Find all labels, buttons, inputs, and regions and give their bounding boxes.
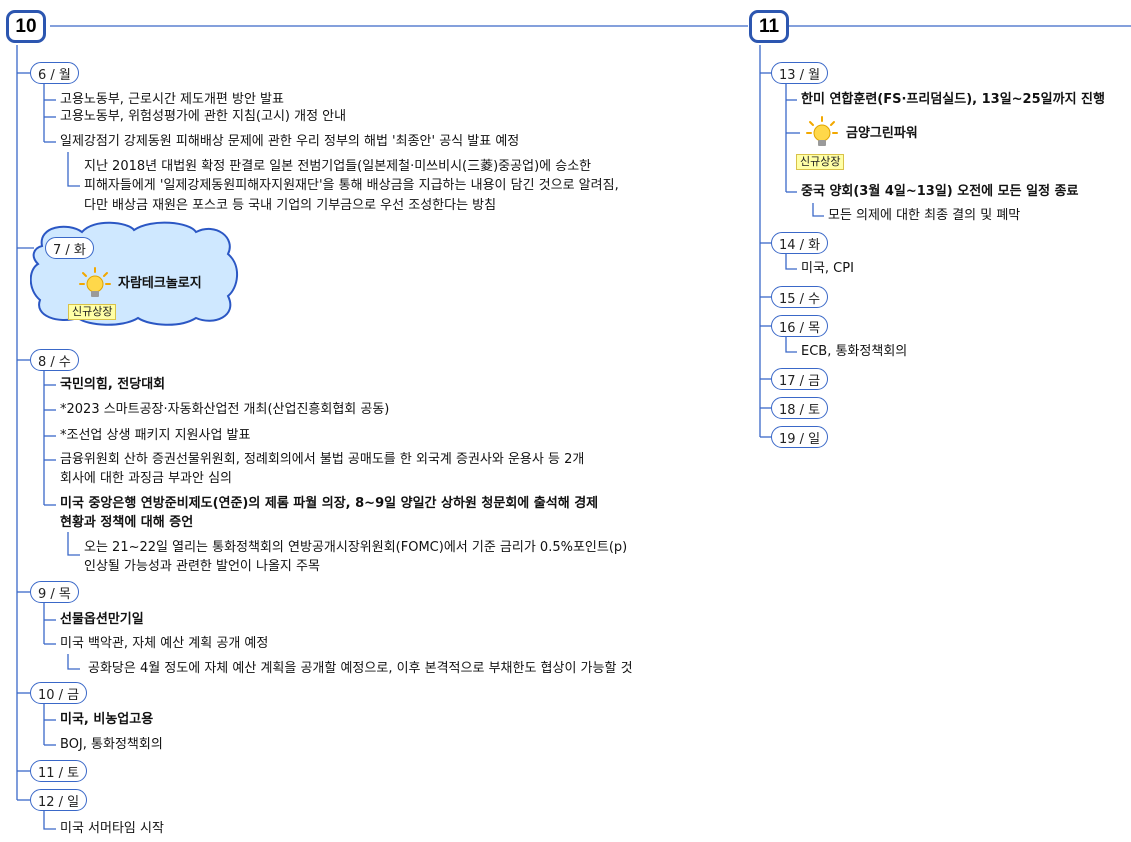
item-text: 금융위원회 산하 증권선물위원회, 정례회의에서 불법 공매도를 한 외국계 증… (60, 452, 585, 467)
day-15-node[interactable]: 15 / 수 (771, 286, 829, 308)
sub-item-text: 오는 21~22일 열리는 통화정책회의 연방공개시장위원회(FOMC)에서 기… (84, 540, 628, 555)
day-16-node[interactable]: 16 / 목 (771, 315, 829, 337)
highlight-cloud (30, 221, 238, 326)
sub-item-text: 공화당은 4월 정도에 자체 예산 계획을 공개할 예정으로, 이후 본격적으로… (88, 661, 633, 676)
item-text: *2023 스마트공장·자동화산업전 개최(산업진흥회협회 공동) (60, 402, 390, 417)
sub-item-text: 모든 의제에 대한 최종 결의 및 폐막 (828, 208, 1021, 223)
lightbulb-icon (79, 267, 111, 297)
day-14-node[interactable]: 14 / 화 (771, 232, 829, 254)
item-text: 미국 백악관, 자체 예산 계획 공개 예정 (60, 636, 269, 651)
item-text: 선물옵션만기일 (60, 612, 144, 627)
day-10-node[interactable]: 10 / 금 (30, 682, 88, 704)
new-listing-badge: 신규상장 (68, 304, 117, 320)
item-text: 고용노동부, 근로시간 제도개편 방안 발표 (60, 92, 284, 107)
day-13-node[interactable]: 13 / 월 (771, 62, 829, 84)
item-text: 미국, CPI (801, 261, 854, 276)
item-text: 미국 서머타임 시작 (60, 821, 164, 836)
item-text: 현황과 정책에 대해 증언 (60, 515, 194, 530)
day-6-node[interactable]: 6 / 월 (30, 62, 79, 84)
sub-item-text: 인상될 가능성과 관련한 발언이 나올지 주목 (84, 559, 320, 574)
item-text: 자람테크놀로지 (118, 276, 202, 291)
day-8-node[interactable]: 8 / 수 (30, 349, 79, 371)
item-text: ECB, 통화정책회의 (801, 344, 908, 359)
day-17-node[interactable]: 17 / 금 (771, 368, 829, 390)
item-text: BOJ, 통화정책회의 (60, 737, 163, 752)
sub-item-text: 피해자들에게 '일제강제동원피해자지원재단'을 통해 배상금을 지급하는 내용이… (84, 178, 619, 193)
day-18-node[interactable]: 18 / 토 (771, 397, 829, 419)
day-7-node[interactable]: 7 / 화 (45, 237, 94, 259)
sub-item-text: 지난 2018년 대법원 확정 판결로 일본 전범기업들(일본제철·미쓰비시(三… (84, 159, 592, 174)
day-9-node[interactable]: 9 / 목 (30, 581, 79, 603)
item-text: 중국 양회(3월 4일~13일) 오전에 모든 일정 종료 (801, 184, 1079, 199)
item-text: 회사에 대한 과징금 부과안 심의 (60, 471, 233, 486)
item-text: 국민의힘, 전당대회 (60, 377, 166, 392)
sub-item-text: 다만 배상금 재원은 포스코 등 국내 기업의 기부금으로 우선 조성한다는 방… (84, 198, 497, 213)
week-10-header: 10 (6, 10, 46, 43)
new-listing-badge: 신규상장 (796, 154, 845, 170)
item-text: 미국 중앙은행 연방준비제도(연준)의 제롬 파월 의장, 8~9일 양일간 상… (60, 496, 599, 511)
day-12-node[interactable]: 12 / 일 (30, 789, 88, 811)
connector-lines (16, 25, 1131, 830)
item-text: *조선업 상생 패키지 지원사업 발표 (60, 428, 251, 443)
item-text: 일제강점기 강제동원 피해배상 문제에 관한 우리 정부의 해법 '최종안' 공… (60, 134, 520, 149)
day-19-node[interactable]: 19 / 일 (771, 426, 829, 448)
item-text: 미국, 비농업고용 (60, 712, 154, 727)
item-text: 금양그린파워 (846, 126, 918, 141)
lightbulb-icon (806, 116, 838, 146)
item-text: 한미 연합훈련(FS·프리덤실드), 13일~25일까지 진행 (801, 92, 1105, 107)
day-11-node[interactable]: 11 / 토 (30, 760, 88, 782)
week-11-header: 11 (749, 10, 789, 43)
item-text: 고용노동부, 위험성평가에 관한 지침(고시) 개정 안내 (60, 109, 347, 124)
